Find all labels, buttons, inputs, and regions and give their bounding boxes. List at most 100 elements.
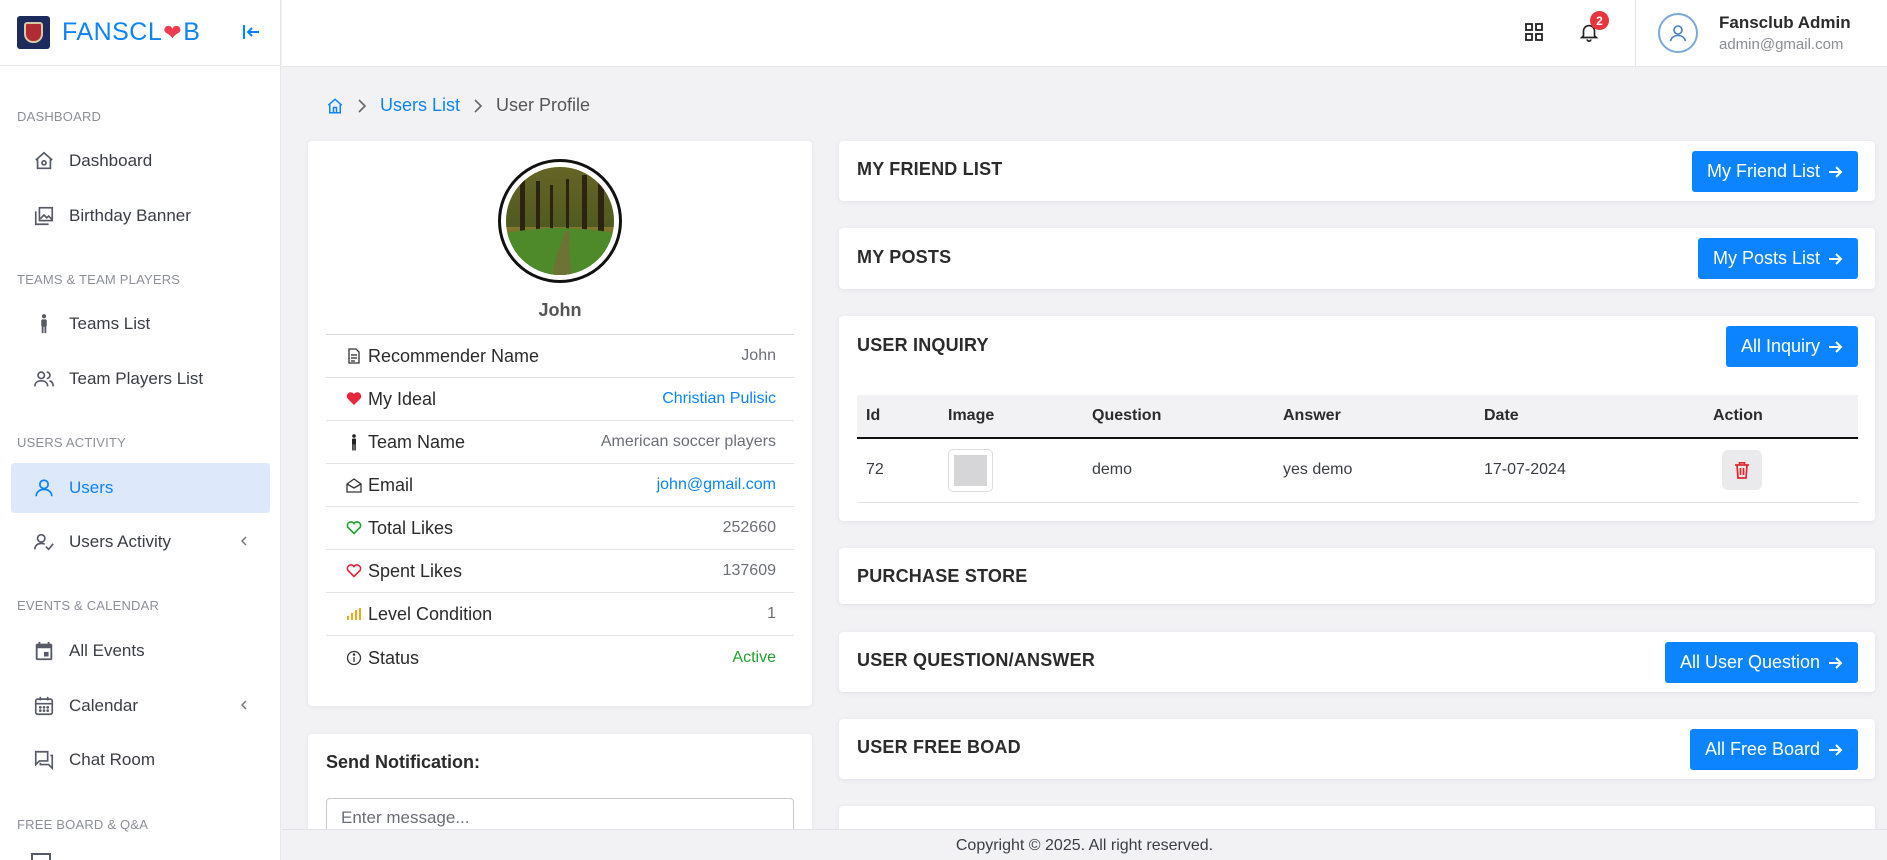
info-label: Level Condition [368,603,493,624]
user-icon [31,475,57,501]
person-standing-icon [345,433,362,451]
column-header: Question [1083,395,1274,439]
arrow-right-icon [1828,656,1843,670]
notification-bell-icon[interactable]: 2 [1574,11,1609,47]
cell-id: 72 [857,438,939,503]
trash-icon [1735,462,1749,480]
section-users-activity: USERS ACTIVITY [17,435,126,450]
column-header: Answer [1274,395,1475,439]
home-icon [31,148,57,174]
sidebar-item-chat-room[interactable]: Chat Room [11,735,270,785]
logo[interactable] [17,16,50,49]
info-label: Status [368,647,420,668]
images-icon [31,203,57,229]
brand-name-part1: FANSCL [62,18,163,46]
heart-green-icon [345,521,362,535]
info-row-spent-likes: Spent Likes 137609 [326,550,794,593]
home-breadcrumb-icon[interactable] [326,97,344,115]
info-label: Email [368,474,414,495]
button-label: All User Question [1679,652,1820,672]
user-question-answer-panel: USER QUESTION/ANSWER All User Question [839,632,1875,692]
apps-grid-icon[interactable] [1519,17,1549,47]
cell-image [939,438,1083,503]
info-circle-icon [345,650,362,666]
heart-red-icon [345,564,362,578]
user-menu[interactable]: Fansclub Admin admin@gmail.com [1635,0,1887,66]
clipped-icon [31,853,51,860]
all-free-board-button[interactable]: All Free Board [1689,729,1858,770]
cell-answer: yes demo [1274,438,1475,503]
calendar-event-icon [31,638,57,664]
info-value: American soccer players [600,433,776,450]
my-ideal-link[interactable]: Christian Pulisic [662,390,776,408]
breadcrumb: Users List User Profile [326,95,590,116]
notification-title: Send Notification: [326,752,480,772]
info-label: Total Likes [368,517,454,538]
section-teams: TEAMS & TEAM PLAYERS [17,272,181,287]
cell-question: demo [1083,438,1274,503]
collapse-sidebar-icon[interactable] [238,19,264,45]
my-friend-list-button[interactable]: My Friend List [1691,151,1858,192]
panel-title: MY POSTS [857,247,952,267]
info-row-level: Level Condition 1 [326,593,794,636]
sidebar-item-birthday-banner[interactable]: Birthday Banner [11,191,270,241]
info-row-my-ideal: My Ideal Christian Pulisic [326,378,794,421]
document-icon [345,348,362,364]
my-posts-list-button[interactable]: My Posts List [1697,238,1858,279]
notification-badge: 2 [1590,11,1609,30]
column-header: Action [1704,395,1858,439]
sidebar-item-team-players[interactable]: Team Players List [11,354,270,404]
sidebar-item-teams-list[interactable]: Teams List [11,299,270,349]
section-dashboard: DASHBOARD [17,109,102,124]
sidebar-item-all-events[interactable]: All Events [11,626,270,676]
crest-icon [24,22,43,43]
sidebar-item-label: Chat Room [69,750,155,769]
profile-info-list: Recommender Name John My Ideal Christian… [326,334,794,680]
panel-title: USER QUESTION/ANSWER [857,650,1096,670]
envelope-open-icon [345,477,362,493]
info-label: Recommender Name [368,345,540,366]
inquiry-image-thumbnail[interactable] [948,448,993,492]
sidebar-item-calendar[interactable]: Calendar [11,681,270,731]
info-row-team-name: Team Name American soccer players [326,421,794,464]
profile-card: John Recommender Name John My Ideal Chri… [308,141,812,706]
column-header: Image [939,395,1083,439]
info-label: Spent Likes [368,560,463,581]
heart-logo-icon: ❤ [163,19,183,45]
column-header: Date [1475,395,1704,439]
info-value: 1 [767,605,776,622]
profile-name: John [538,300,582,320]
column-header: Id [857,395,939,439]
purchase-store-panel: PURCHASE STORE [839,548,1875,604]
info-label: My Ideal [368,388,437,409]
profile-avatar [498,159,622,283]
arrow-right-icon [1828,165,1843,179]
panel-title: PURCHASE STORE [857,566,1028,586]
brand-name-part2: B [183,18,201,46]
all-user-question-button[interactable]: All User Question [1664,642,1858,683]
sidebar: FANSCL ❤ B DASHBOARD Dashboard Birthday Ba… [0,0,281,860]
chevron-right-icon [472,98,484,114]
table-row: 72 demo yes demo 17-07-2024 [857,438,1858,503]
user-check-icon [31,529,57,555]
breadcrumb-users-list[interactable]: Users List [380,95,460,116]
button-label: All Inquiry [1740,336,1820,356]
email-link[interactable]: john@gmail.com [657,476,776,494]
signal-bars-icon [345,608,362,620]
sidebar-item-users[interactable]: Users [11,463,270,513]
info-row-status: Status Active [326,636,794,680]
sidebar-item-label: Users [69,478,114,497]
delete-button[interactable] [1722,450,1762,491]
user-inquiry-panel: USER INQUIRY All Inquiry Id Image Questi… [839,316,1875,521]
table-header-row: Id Image Question Answer Date Action [857,395,1858,439]
chat-icon [31,747,57,773]
my-posts-panel: MY POSTS My Posts List [839,228,1875,289]
brand-name[interactable]: FANSCL ❤ B [62,18,200,47]
sidebar-item-dashboard[interactable]: Dashboard [11,136,270,186]
chevron-left-icon [238,532,250,552]
calendar-icon [31,693,57,719]
sidebar-item-users-activity[interactable]: Users Activity [11,517,270,567]
all-inquiry-button[interactable]: All Inquiry [1725,326,1858,367]
info-row-total-likes: Total Likes 252660 [326,507,794,550]
arrow-right-icon [1828,252,1843,266]
